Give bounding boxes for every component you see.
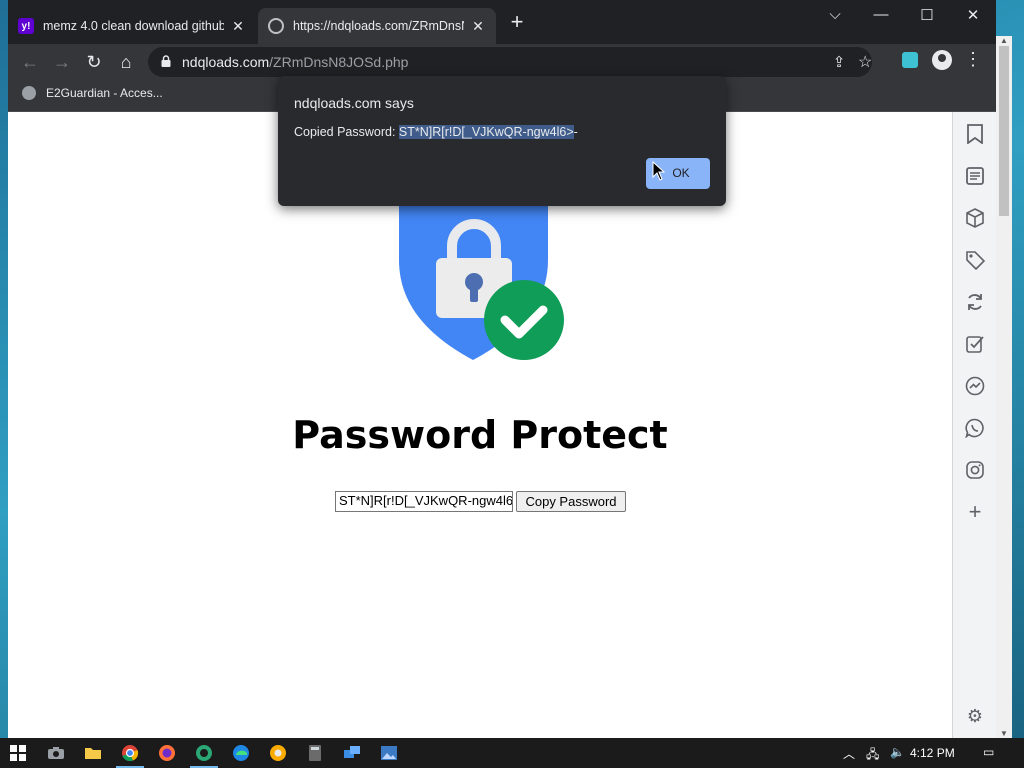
address-bar[interactable]: ndqloads.com/ZRmDnsN8JOSd.php ⇪ ☆ bbox=[148, 47, 872, 77]
chevron-up-icon[interactable]: ︿ bbox=[843, 745, 855, 762]
password-tail-text: - bbox=[573, 125, 578, 139]
windows-taskbar: ︿ 🖧 🔈 4:12 PM ▭ bbox=[0, 738, 1024, 768]
browser-menu-icon[interactable]: ⋮ bbox=[964, 49, 982, 70]
clock-time[interactable]: 4:12 PM bbox=[910, 746, 955, 760]
page-heading: Password Protect bbox=[292, 413, 668, 457]
browser-window: y! memz 4.0 clean download github ✕ http… bbox=[8, 0, 996, 738]
extension-icon[interactable] bbox=[902, 52, 918, 68]
share-icon[interactable]: ⇪ bbox=[830, 53, 848, 71]
tab-title: https://ndqloads.com/ZRmDnsN8JOSd.php bbox=[293, 19, 464, 33]
url-domain: ndqloads.com bbox=[182, 54, 270, 70]
new-tab-button[interactable]: + bbox=[506, 11, 528, 33]
camera-icon[interactable] bbox=[46, 743, 66, 763]
bookmark-label: E2Guardian - Acces... bbox=[46, 86, 163, 100]
globe-icon bbox=[22, 86, 36, 100]
windows-start-icon[interactable] bbox=[8, 743, 28, 763]
tab-title: memz 4.0 clean download github bbox=[43, 19, 224, 33]
url-path: /ZRmDnsN8JOSd.php bbox=[269, 54, 409, 70]
back-button[interactable]: ← bbox=[18, 50, 42, 74]
bookmark-e2guardian[interactable]: E2Guardian - Acces... bbox=[22, 86, 163, 100]
tag-icon[interactable] bbox=[963, 248, 987, 272]
instagram-icon[interactable] bbox=[963, 458, 987, 482]
tab-yahoo-search[interactable]: y! memz 4.0 clean download github ✕ bbox=[8, 8, 256, 44]
edge-dev-icon[interactable] bbox=[190, 743, 218, 768]
calculator-icon[interactable] bbox=[305, 743, 325, 763]
selected-password-text[interactable]: ST*N]R[r!D[_VJKwQR-ngw4l6> bbox=[398, 125, 574, 139]
tab-ndqloads[interactable]: https://ndqloads.com/ZRmDnsN8JOSd.php ✕ bbox=[258, 8, 496, 44]
tab-search-icon[interactable]: ⌵ bbox=[820, 6, 850, 26]
network-icon[interactable]: 🖧 bbox=[866, 745, 879, 766]
tab-strip: y! memz 4.0 clean download github ✕ http… bbox=[8, 0, 996, 44]
bookmark-star-icon[interactable]: ☆ bbox=[858, 52, 876, 71]
box-icon[interactable] bbox=[963, 206, 987, 230]
settings-gear-icon[interactable]: ⚙ bbox=[963, 704, 987, 728]
url-text[interactable]: ndqloads.com/ZRmDnsN8JOSd.php bbox=[182, 54, 408, 70]
globe-icon bbox=[268, 18, 284, 34]
lock-icon[interactable] bbox=[161, 55, 171, 67]
minimize-button[interactable]: — bbox=[866, 6, 896, 26]
copy-password-button[interactable]: Copy Password bbox=[516, 491, 626, 512]
close-tab-icon[interactable]: ✕ bbox=[230, 18, 246, 35]
reload-button[interactable]: ↻ bbox=[82, 50, 106, 74]
mouse-cursor-icon bbox=[652, 161, 666, 181]
dialog-message: Copied Password: ST*N]R[r!D[_VJKwQR-ngw4… bbox=[294, 125, 578, 139]
task-check-icon[interactable] bbox=[963, 332, 987, 356]
dialog-title: ndqloads.com says bbox=[294, 95, 414, 111]
whatsapp-icon[interactable] bbox=[963, 416, 987, 440]
scroll-down-icon[interactable]: ▼ bbox=[1000, 729, 1008, 738]
close-tab-icon[interactable]: ✕ bbox=[470, 18, 486, 35]
profile-avatar[interactable] bbox=[932, 50, 952, 70]
edge-icon[interactable] bbox=[231, 743, 251, 763]
chrome-canary-icon[interactable] bbox=[268, 743, 288, 763]
volume-icon[interactable]: 🔈 bbox=[890, 745, 905, 759]
close-window-button[interactable]: ✕ bbox=[958, 6, 988, 26]
bookmark-icon[interactable] bbox=[963, 122, 987, 146]
reading-list-icon[interactable] bbox=[963, 164, 987, 188]
browser-toolbar: ← → ↻ ⌂ ndqloads.com/ZRmDnsN8JOSd.php ⇪ … bbox=[8, 44, 996, 80]
add-icon[interactable]: + bbox=[963, 499, 987, 524]
shield-lock-icon bbox=[399, 200, 564, 360]
dialog-message-prefix: Copied Password: bbox=[294, 125, 399, 139]
photos-icon[interactable] bbox=[379, 743, 399, 763]
forward-button[interactable]: → bbox=[50, 50, 74, 74]
scroll-up-icon[interactable]: ▲ bbox=[1000, 36, 1008, 45]
password-field[interactable]: ST*N]R[r!D[_VJKwQR-ngw4l6>- bbox=[335, 491, 513, 512]
page-scrollbar[interactable]: ▲ ▼ bbox=[996, 36, 1012, 738]
home-button[interactable]: ⌂ bbox=[114, 50, 138, 74]
notification-icon[interactable]: ▭ bbox=[983, 745, 994, 759]
file-explorer-icon[interactable] bbox=[83, 743, 103, 763]
sync-icon[interactable] bbox=[963, 290, 987, 314]
firefox-icon[interactable] bbox=[157, 743, 177, 763]
messenger-icon[interactable] bbox=[963, 374, 987, 398]
side-panel: + ⚙ bbox=[952, 112, 996, 738]
scrollbar-thumb[interactable] bbox=[999, 46, 1009, 216]
remote-desktop-icon[interactable] bbox=[342, 743, 362, 763]
maximize-button[interactable]: ☐ bbox=[912, 6, 942, 26]
yahoo-icon: y! bbox=[18, 18, 34, 34]
alert-dialog: ndqloads.com says Copied Password: ST*N]… bbox=[278, 76, 726, 206]
chrome-icon[interactable] bbox=[116, 743, 144, 768]
